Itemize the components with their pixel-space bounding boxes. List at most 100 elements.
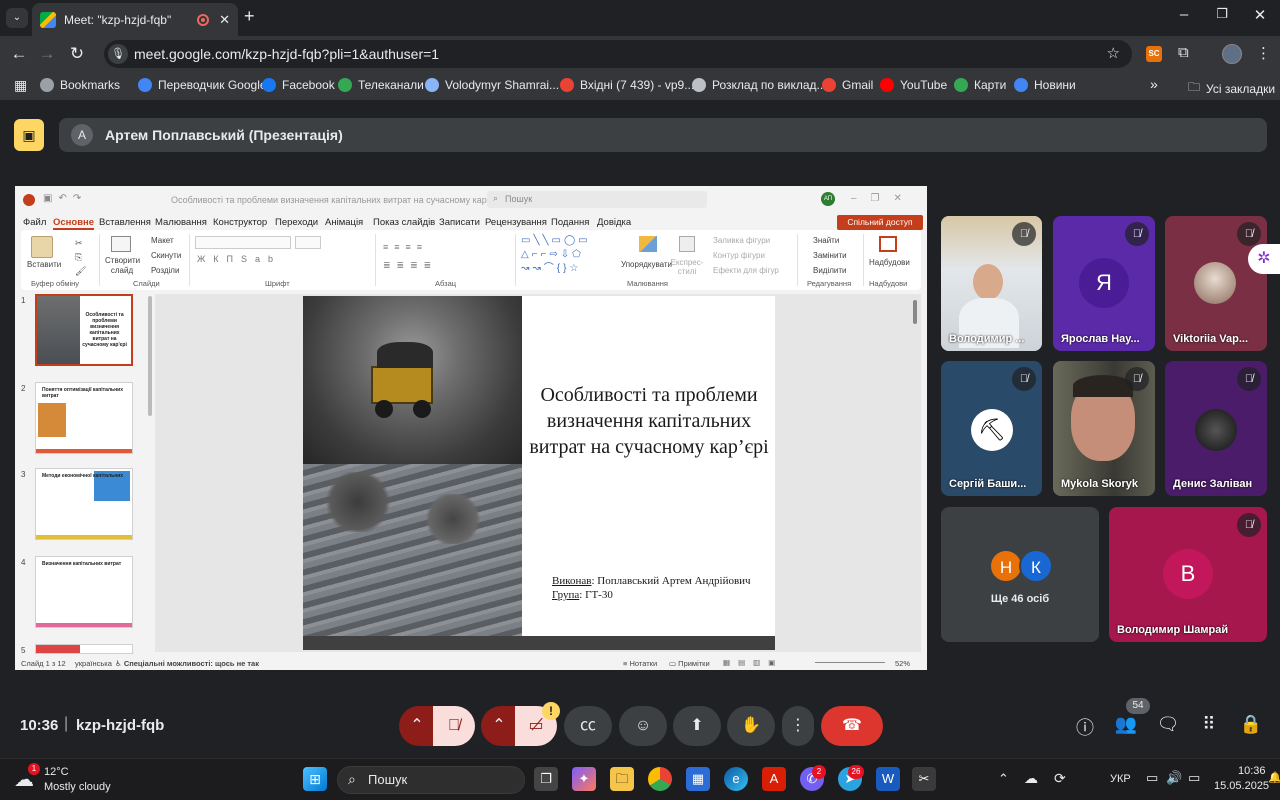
- gemini-icon[interactable]: ✲: [1248, 244, 1280, 274]
- participant-tile-1[interactable]: 🎙̸ Володимир ...: [941, 216, 1042, 351]
- chrome-icon[interactable]: [648, 767, 672, 791]
- edge-icon[interactable]: e: [724, 767, 748, 791]
- ppt-menu-tab[interactable]: Рецензування: [485, 217, 547, 228]
- profile-avatar[interactable]: [1222, 44, 1242, 64]
- camera-options-button[interactable]: ⌃: [481, 706, 517, 746]
- extension-sc-icon[interactable]: SC: [1146, 46, 1162, 62]
- bookmark-item[interactable]: Телеканали: [338, 78, 424, 92]
- captions-button[interactable]: ㏄: [564, 706, 612, 746]
- battery-icon[interactable]: ▭: [1188, 770, 1200, 786]
- ppt-menu-tab[interactable]: Малювання: [155, 217, 207, 228]
- mic-options-button[interactable]: ⌃: [399, 706, 435, 746]
- ppt-menu-tab[interactable]: Показ слайдів: [373, 217, 435, 228]
- word-icon[interactable]: W: [876, 767, 900, 791]
- task-view-icon[interactable]: ❐: [534, 767, 558, 791]
- new-slide-button[interactable]: [111, 236, 131, 252]
- reactions-button[interactable]: ☺: [619, 706, 667, 746]
- bookmark-item[interactable]: Вхідні (7 439) - vp9...: [560, 78, 694, 92]
- sync-icon[interactable]: ⟳: [1054, 770, 1066, 787]
- chat-icon[interactable]: 🗨: [1153, 714, 1183, 735]
- ppt-menu-tab[interactable]: Основне: [53, 217, 95, 230]
- store-icon[interactable]: ▦: [686, 767, 710, 791]
- ppt-menu-tab[interactable]: Вставлення: [99, 217, 151, 228]
- host-controls-icon[interactable]: 🔒: [1236, 714, 1266, 735]
- clock-time[interactable]: 10:36: [1238, 765, 1266, 777]
- bookmark-item[interactable]: Переводчик Google: [138, 78, 267, 92]
- sections-button[interactable]: Розділи: [151, 266, 179, 275]
- omnibox[interactable]: 🎙 meet.google.com/kzp-hzjd-fqb?pli=1&aut…: [104, 40, 1132, 68]
- bookmark-item[interactable]: Bookmarks: [40, 78, 120, 92]
- shape-outline-button[interactable]: Контур фігури: [713, 251, 765, 260]
- shape-effects-button[interactable]: Ефекти для фігур: [713, 266, 779, 275]
- bookmark-item[interactable]: YouTube: [880, 78, 947, 92]
- ppt-menu-tab[interactable]: Конструктор: [213, 217, 267, 228]
- network-icon[interactable]: ▭: [1146, 770, 1158, 786]
- language-indicator[interactable]: УКР: [1110, 773, 1131, 785]
- zoom-level[interactable]: 52%: [895, 659, 910, 668]
- apps-grid-icon[interactable]: ▦: [14, 77, 27, 94]
- copilot-icon[interactable]: ✦: [572, 767, 596, 791]
- start-button[interactable]: ⊞: [303, 767, 327, 791]
- ppt-menu-tab[interactable]: Довідка: [597, 217, 631, 228]
- taskbar-search[interactable]: ⌕ Пошук: [337, 766, 525, 794]
- notifications-icon[interactable]: 🔔: [1268, 771, 1280, 784]
- select-button[interactable]: Виділити: [813, 266, 847, 275]
- minimize-window-button[interactable]: –: [1172, 6, 1196, 23]
- ppt-window-controls[interactable]: –❐✕: [851, 193, 916, 204]
- back-button[interactable]: ←: [8, 44, 30, 64]
- bookmark-item[interactable]: Volodymyr Shamrai...: [425, 78, 559, 92]
- shared-powerpoint-window[interactable]: ▣↶↷ Особливості та проблеми визначення к…: [15, 186, 927, 670]
- tray-overflow-icon[interactable]: ⌃: [998, 771, 1009, 787]
- ppt-user-avatar[interactable]: АП: [821, 192, 835, 206]
- comments-button[interactable]: ▭ Примітки: [669, 659, 710, 668]
- share-button[interactable]: Спільний доступ: [837, 215, 923, 230]
- quick-styles-button[interactable]: [679, 236, 695, 252]
- current-slide[interactable]: Особливості та проблеми визначення капіт…: [303, 296, 775, 636]
- addins-button[interactable]: [879, 236, 897, 252]
- forward-button[interactable]: →: [36, 44, 58, 64]
- mic-toggle-button[interactable]: 🎙̸: [433, 706, 475, 746]
- participant-tile-2[interactable]: Я 🎙̸ Ярослав Нау...: [1053, 216, 1155, 351]
- more-options-button[interactable]: ⋮: [782, 706, 814, 746]
- font-name-box[interactable]: [195, 236, 291, 249]
- language-status[interactable]: українська: [75, 659, 112, 668]
- participant-tile-6[interactable]: 🎙̸ Денис Заліван: [1165, 361, 1267, 496]
- canvas-scrollbar[interactable]: [913, 300, 917, 324]
- slide-thumbnail[interactable]: Визначення капітальних витрат: [35, 556, 133, 628]
- close-window-button[interactable]: ✕: [1248, 6, 1272, 24]
- present-screen-button[interactable]: ⬆: [673, 706, 721, 746]
- clipboard-tools-icons[interactable]: ✂ ⎘ 🖌: [75, 236, 86, 278]
- ppt-menu-tab[interactable]: Записати: [439, 217, 480, 228]
- ppt-search-box[interactable]: ⌕ Пошук: [487, 191, 707, 208]
- participant-tile-5[interactable]: 🎙̸ Mykola Skoryk: [1053, 361, 1155, 496]
- ppt-menu-tab[interactable]: Файл: [23, 217, 46, 228]
- weather-widget[interactable]: ☁ 1 12°C Mostly cloudy: [14, 763, 134, 795]
- slide-thumbnail[interactable]: [35, 644, 133, 654]
- shapes-gallery[interactable]: ▭╲╲▭◯▭ △⌐⌐⇨⇩⬠ ↝↝⌒{}☆: [521, 234, 591, 276]
- snipping-tool-icon[interactable]: ✂: [912, 767, 936, 791]
- participant-tile-3[interactable]: 🎙̸ Viktoriia Vap...: [1165, 216, 1267, 351]
- stop-presenting-icon[interactable]: ▣: [14, 119, 44, 151]
- people-icon[interactable]: 👥: [1111, 714, 1141, 735]
- reset-button[interactable]: Скинути: [151, 251, 181, 260]
- paste-button[interactable]: [31, 236, 53, 258]
- bookmark-item[interactable]: Карти: [954, 78, 1006, 92]
- new-tab-button[interactable]: +: [244, 6, 255, 27]
- raise-hand-button[interactable]: ✋: [727, 706, 775, 746]
- view-buttons[interactable]: ▦▤▥▣: [723, 658, 783, 667]
- extensions-puzzle-icon[interactable]: ⧉: [1178, 44, 1189, 61]
- bookmark-item[interactable]: Новини: [1014, 78, 1076, 92]
- clock-date[interactable]: 15.05.2025: [1214, 780, 1269, 792]
- accessibility-status[interactable]: ♿ Спеціальні можливості: щось не так: [115, 659, 259, 668]
- slide-thumbnail[interactable]: Особливості та проблеми визначення капіт…: [35, 294, 133, 366]
- browser-tab[interactable]: Meet: "kzp-hzjd-fqb" ✕: [32, 3, 238, 36]
- restore-window-button[interactable]: ❐: [1210, 6, 1234, 22]
- onedrive-icon[interactable]: ☁: [1024, 770, 1038, 787]
- acrobat-icon[interactable]: A: [762, 767, 786, 791]
- slide-thumbnail[interactable]: Поняття оптимізації капітальних витрат: [35, 382, 133, 454]
- slide-thumbnail[interactable]: Методи економічної капітальних: [35, 468, 133, 540]
- shape-fill-button[interactable]: Заливка фігури: [713, 236, 770, 245]
- bookmark-star-icon[interactable]: ☆: [1107, 44, 1120, 62]
- leave-call-button[interactable]: ☎: [821, 706, 883, 746]
- bookmark-item[interactable]: Розклад по виклад...: [692, 78, 827, 92]
